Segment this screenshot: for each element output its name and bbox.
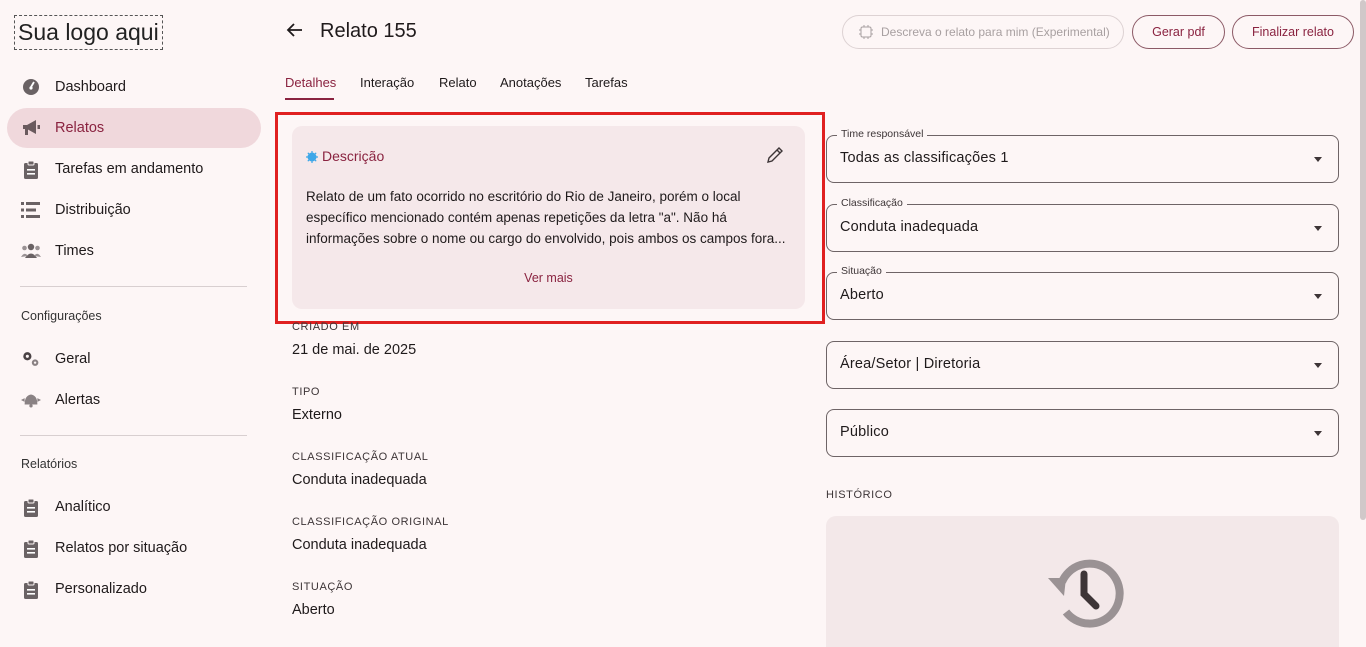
time-responsavel-select[interactable]: Time responsável Todas as classificações… [826, 128, 1339, 183]
megaphone-icon [21, 118, 41, 138]
history-title: HISTÓRICO [826, 489, 893, 501]
sidebar-item-label: Relatos [55, 120, 105, 136]
sidebar-item-label: Geral [55, 351, 91, 367]
field-label: Classificação [837, 197, 907, 209]
detail-label-tipo: TIPO [292, 386, 321, 398]
sidebar-item-label: Personalizado [55, 581, 147, 597]
list-icon [21, 200, 41, 220]
gears-icon [21, 349, 41, 369]
sidebar-item-dashboard[interactable]: Dashboard [7, 67, 261, 107]
active-tab-indicator [285, 98, 334, 100]
highlight-box [275, 112, 825, 324]
alert-icon [21, 390, 41, 410]
ai-icon [859, 25, 873, 39]
clipboard-icon [21, 497, 41, 517]
ai-describe-label: Descreva o relato para mim (Experimental… [881, 25, 1110, 39]
ai-describe-button[interactable]: Descreva o relato para mim (Experimental… [842, 15, 1124, 49]
history-card [826, 516, 1339, 647]
logo: Sua logo aqui [14, 15, 163, 50]
field-label: Situação [837, 265, 886, 277]
sidebar-item-geral[interactable]: Geral [7, 339, 261, 379]
people-icon [21, 241, 41, 261]
field-value: Aberto [840, 287, 884, 303]
clipboard-icon [21, 159, 41, 179]
sidebar-item-alertas[interactable]: Alertas [7, 380, 261, 420]
field-value: Todas as classificações 1 [840, 150, 1009, 166]
detail-value-tipo: Externo [292, 407, 342, 423]
publico-select[interactable]: Público [826, 409, 1339, 457]
sidebar: Sua logo aqui Dashboard Relatos Tarefas … [0, 0, 270, 647]
classificacao-select[interactable]: Classificação Conduta inadequada [826, 197, 1339, 252]
detail-label-criado: CRIADO EM [292, 321, 360, 333]
tab-tarefas[interactable]: Tarefas [585, 75, 628, 90]
field-value: Área/Setor | Diretoria [840, 356, 981, 372]
clipboard-icon [21, 579, 41, 599]
dropdown-caret-icon [1314, 157, 1322, 162]
sidebar-item-times[interactable]: Times [7, 231, 261, 271]
sidebar-item-label: Relatos por situação [55, 540, 188, 556]
back-arrow-icon[interactable] [285, 20, 307, 42]
dropdown-caret-icon [1314, 294, 1322, 299]
section-title-config: Configurações [21, 309, 102, 323]
dropdown-caret-icon [1314, 226, 1322, 231]
tab-relato[interactable]: Relato [439, 75, 477, 90]
section-title-relatorios: Relatórios [21, 457, 78, 471]
dropdown-caret-icon [1314, 431, 1322, 436]
sidebar-item-analitico[interactable]: Analítico [7, 487, 261, 527]
sidebar-item-relatos[interactable]: Relatos [7, 108, 261, 148]
sidebar-item-relatos-por-situacao[interactable]: Relatos por situação [7, 528, 261, 568]
tab-anotacoes[interactable]: Anotações [500, 75, 561, 90]
field-value: Público [840, 424, 889, 440]
detail-value-classificacao-original: Conduta inadequada [292, 537, 427, 553]
scrollbar[interactable] [1360, 0, 1366, 520]
sidebar-item-label: Analítico [55, 499, 111, 515]
situacao-select[interactable]: Situação Aberto [826, 265, 1339, 320]
gerar-pdf-button[interactable]: Gerar pdf [1132, 15, 1225, 49]
detail-label-classificacao-original: CLASSIFICAÇÃO ORIGINAL [292, 516, 449, 528]
area-setor-select[interactable]: Área/Setor | Diretoria [826, 341, 1339, 389]
detail-label-classificacao-atual: CLASSIFICAÇÃO ATUAL [292, 451, 429, 463]
divider [20, 286, 247, 287]
field-label: Time responsável [837, 128, 928, 140]
tab-interacao[interactable]: Interação [360, 75, 414, 90]
finalizar-relato-button[interactable]: Finalizar relato [1232, 15, 1354, 49]
detail-value-situacao: Aberto [292, 602, 335, 618]
tab-detalhes[interactable]: Detalhes [285, 75, 336, 90]
sidebar-item-personalizado[interactable]: Personalizado [7, 569, 261, 609]
sidebar-item-tarefas[interactable]: Tarefas em andamento [7, 149, 261, 189]
sidebar-item-distribuicao[interactable]: Distribuição [7, 190, 261, 230]
page-title: Relato 155 [320, 20, 417, 42]
sidebar-item-label: Distribuição [55, 202, 131, 218]
sidebar-item-label: Dashboard [55, 79, 126, 95]
history-icon [1044, 552, 1124, 632]
detail-value-criado: 21 de mai. de 2025 [292, 342, 417, 358]
divider [20, 435, 247, 436]
sidebar-item-label: Alertas [55, 392, 101, 408]
dashboard-icon [21, 77, 41, 97]
dropdown-caret-icon [1314, 363, 1322, 368]
sidebar-item-label: Times [55, 243, 94, 259]
field-value: Conduta inadequada [840, 219, 979, 235]
clipboard-icon [21, 538, 41, 558]
sidebar-item-label: Tarefas em andamento [55, 161, 204, 177]
detail-label-situacao: SITUAÇÃO [292, 581, 354, 593]
detail-value-classificacao-atual: Conduta inadequada [292, 472, 427, 488]
